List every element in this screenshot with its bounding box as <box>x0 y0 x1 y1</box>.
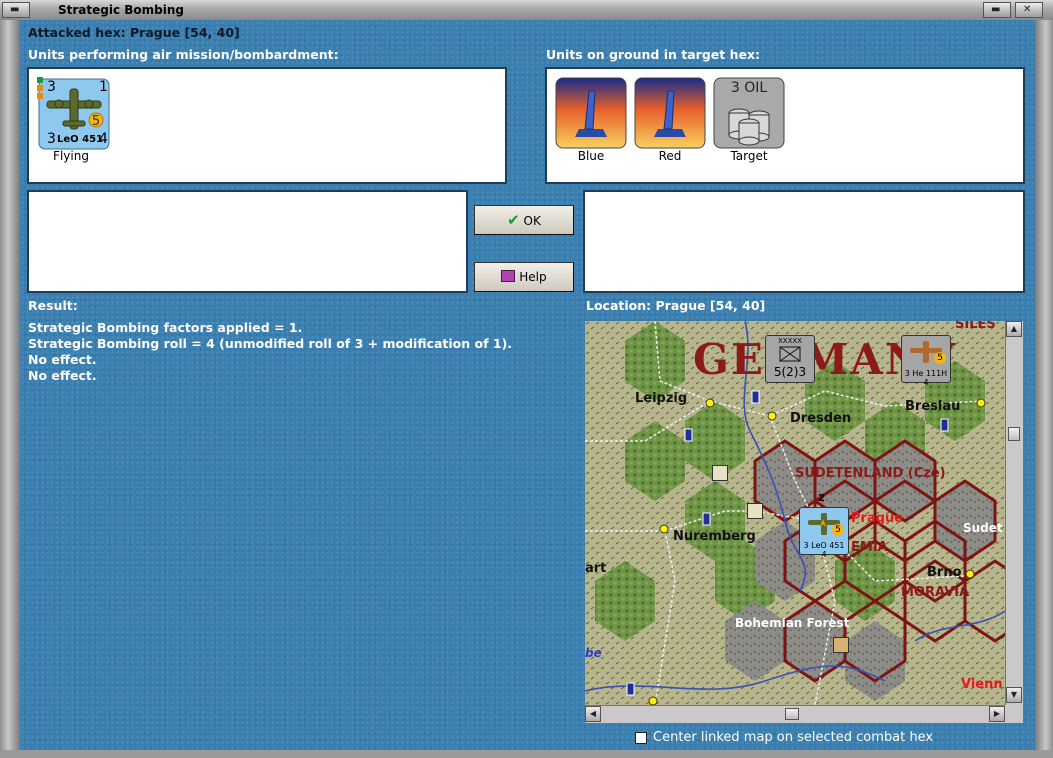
ok-button[interactable]: ✔ OK <box>474 205 574 235</box>
air-unit-name: LeO 451 <box>57 134 104 145</box>
ground-unit-target-caption: Target <box>730 149 768 163</box>
factory-marker-icon <box>833 637 849 653</box>
horizontal-scroll-thumb[interactable] <box>785 708 799 720</box>
air-unit-defense: 1 <box>99 79 108 95</box>
aa-gun-blue-icon <box>555 77 627 149</box>
map-label-bohemian-forest: Bohemian Forest <box>735 616 850 630</box>
hq-counter-value: 5(2)3 <box>773 365 807 379</box>
air-unit-leo451[interactable]: 5 3 1 3 LeO 451 4 <box>37 77 111 154</box>
result-line: No effect. <box>28 352 97 367</box>
target-label: 3 OIL <box>730 80 768 96</box>
hq-marker-icon <box>747 503 763 519</box>
hq-counter-top: XXXXX <box>778 337 802 345</box>
map-label-sudetenland: SUDETENLAND (Cze) <box>795 466 946 481</box>
leo451-map-counter[interactable]: 5 3 LeO 451 4 <box>799 507 849 559</box>
ground-unit-blue[interactable] <box>555 77 627 152</box>
window-frame-left <box>0 20 20 758</box>
stack-count: 2 <box>818 493 825 504</box>
he111-counter[interactable]: 5 3 He 111H 4 <box>901 335 951 387</box>
result-line: Strategic Bombing roll = 4 (unmodified r… <box>28 336 513 351</box>
air-unit-details-panel <box>27 190 468 293</box>
map-label-nuremberg: Nuremberg <box>673 529 756 544</box>
map-label-brno: Brno <box>927 565 962 580</box>
svg-text:5: 5 <box>92 114 100 129</box>
hq-counter[interactable]: XXXXX 5(2)3 <box>765 335 815 383</box>
window-frame-right <box>1035 20 1053 758</box>
ground-unit-red-caption: Red <box>658 149 682 163</box>
scroll-corner <box>1005 705 1023 723</box>
air-unit-caption: Flying <box>53 149 89 163</box>
scroll-up-icon[interactable]: ▲ <box>1006 321 1022 337</box>
air-unit-left-value: 3 <box>47 131 56 147</box>
help-button[interactable]: Help <box>474 262 574 292</box>
map-vertical-scrollbar[interactable]: ▲ ▼ <box>1005 321 1023 705</box>
aa-gun-red-icon <box>634 77 706 149</box>
close-button[interactable]: ✕ <box>1015 2 1043 18</box>
map-label-breslau: Breslau <box>905 399 961 414</box>
map-label-leipzig: Leipzig <box>635 391 688 406</box>
map-label-silesia: SILES <box>955 321 996 332</box>
map-label-vienna: Vienn <box>961 677 1003 692</box>
map-label-be: be <box>585 646 602 660</box>
ground-unit-details-panel <box>583 190 1025 293</box>
attacked-hex-label: Attacked hex: Prague [54, 40] <box>28 25 240 40</box>
linked-map[interactable]: GERMANY SILES Leipzig Dresden Breslau SU… <box>585 321 1005 705</box>
result-line: Strategic Bombing factors applied = 1. <box>28 320 303 335</box>
map-label-sudet: Sudet <box>963 521 1003 535</box>
map-horizontal-scrollbar[interactable]: ◀ ▶ <box>585 705 1005 723</box>
system-menu-button[interactable]: ▬ <box>2 2 30 18</box>
he111-counter-value: 3 He 111H 4 <box>904 369 948 387</box>
center-map-checkbox[interactable] <box>635 732 647 744</box>
center-map-label: Center linked map on selected combat hex <box>653 730 934 745</box>
help-button-label: Help <box>519 270 547 284</box>
result-header: Result: <box>28 298 78 313</box>
map-label-art: art <box>585 561 607 576</box>
hq-symbol-icon <box>779 346 801 362</box>
vertical-scroll-thumb[interactable] <box>1008 427 1020 441</box>
location-label: Location: Prague [54, 40] <box>586 298 766 313</box>
map-label-bohemia: EMIA <box>851 540 888 555</box>
he111-badge: 5 <box>934 352 946 364</box>
ok-button-label: OK <box>523 214 541 228</box>
window-frame-bottom <box>0 750 1053 758</box>
air-unit-attack: 3 <box>47 79 56 95</box>
window-title: Strategic Bombing <box>58 3 184 17</box>
scroll-down-icon[interactable]: ▼ <box>1006 687 1022 703</box>
air-unit-range: 4 <box>99 131 108 147</box>
ground-unit-target[interactable]: 3 OIL <box>713 77 785 152</box>
ground-unit-blue-caption: Blue <box>577 149 605 163</box>
checkmark-icon: ✔ <box>507 211 520 229</box>
leo451-map-value: 3 LeO 451 4 <box>803 541 845 559</box>
result-line: No effect. <box>28 368 97 383</box>
title-bar: ▬ Strategic Bombing ▬ ✕ <box>0 0 1053 21</box>
air-units-header: Units performing air mission/bombardment… <box>28 47 339 62</box>
hq-marker-icon <box>712 465 728 481</box>
minimize-button[interactable]: ▬ <box>983 2 1011 18</box>
ground-units-header: Units on ground in target hex: <box>546 47 761 62</box>
menu-icon: ▬ <box>10 4 20 15</box>
scroll-left-icon[interactable]: ◀ <box>585 706 601 722</box>
map-label-dresden: Dresden <box>790 411 852 426</box>
scroll-right-icon[interactable]: ▶ <box>989 706 1005 722</box>
air-units-list[interactable]: 5 3 1 3 LeO 451 4 Flying <box>27 67 507 184</box>
leo451-map-badge: 5 <box>832 524 844 536</box>
help-book-icon <box>501 270 516 282</box>
close-icon: ✕ <box>1023 4 1032 15</box>
ground-unit-red[interactable] <box>634 77 706 152</box>
minimize-icon: ▬ <box>991 4 1001 15</box>
map-label-moravia: MORAVIA <box>901 585 970 600</box>
ground-units-list[interactable]: Blue Red 3 OIL Target <box>545 67 1025 184</box>
map-label-prague: Prague <box>851 511 904 526</box>
